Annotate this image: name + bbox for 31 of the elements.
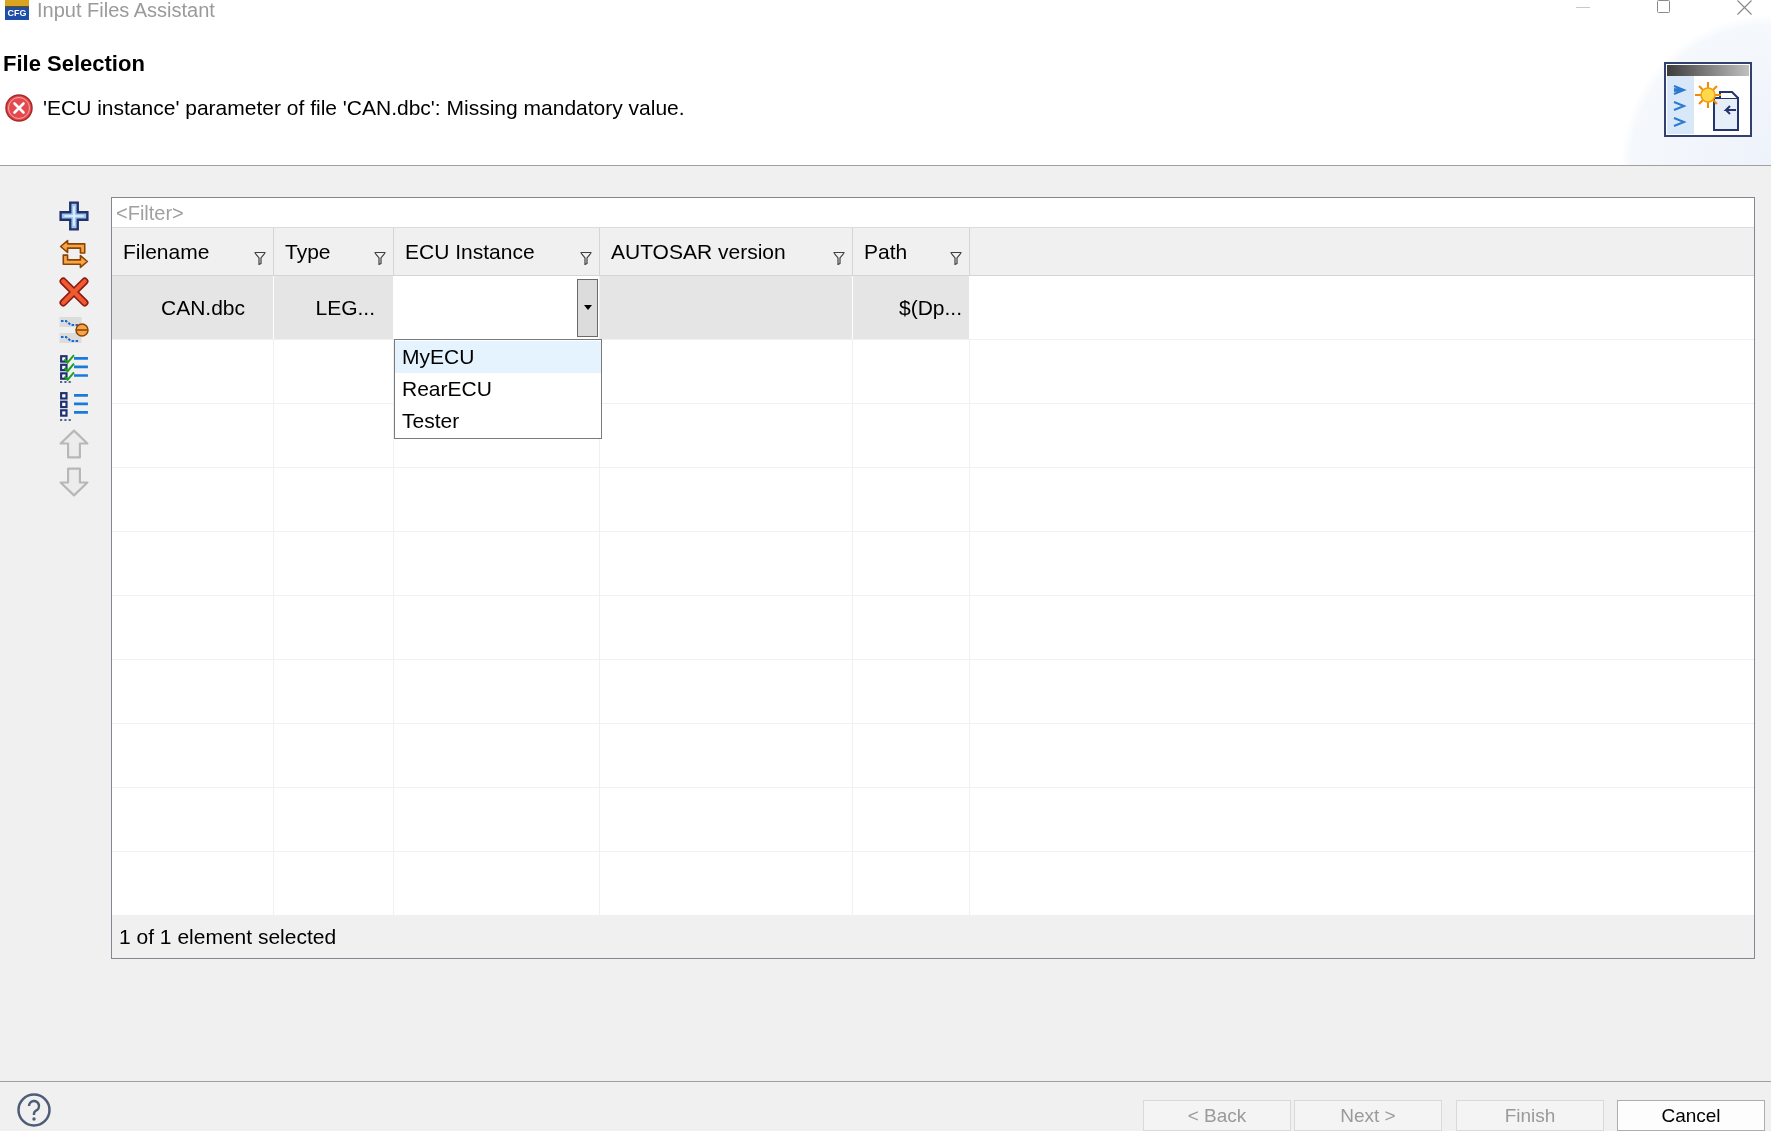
filter-icon[interactable] bbox=[580, 251, 592, 265]
close-icon[interactable] bbox=[1737, 0, 1752, 15]
window-title: Input Files Assistant bbox=[37, 0, 215, 20]
delete-icon[interactable] bbox=[59, 277, 89, 307]
maximize-icon[interactable] bbox=[1657, 0, 1670, 13]
section-title: File Selection bbox=[3, 50, 146, 78]
app-logo: CFG bbox=[5, 0, 29, 20]
dialog-button[interactable]: Cancel bbox=[1617, 1100, 1765, 1131]
filter-icon[interactable] bbox=[374, 251, 386, 265]
dropdown-option[interactable]: MyECU bbox=[395, 341, 601, 373]
column-header[interactable]: AUTOSAR version bbox=[600, 228, 853, 275]
error-message: 'ECU instance' parameter of file 'CAN.dbc': Missing mandatory value. bbox=[43, 95, 685, 121]
column-header[interactable]: Path bbox=[853, 228, 970, 275]
list-icon[interactable] bbox=[59, 391, 89, 421]
table-cell: $(Dp... bbox=[853, 276, 970, 339]
document-window-icon bbox=[1664, 62, 1752, 137]
swap-arrows-icon[interactable] bbox=[59, 239, 89, 269]
caret-icon bbox=[583, 305, 592, 310]
checklist-icon[interactable] bbox=[59, 353, 89, 383]
column-header[interactable]: ECU Instance bbox=[394, 228, 600, 275]
plus-icon[interactable] bbox=[59, 201, 89, 231]
filter-icon[interactable] bbox=[950, 251, 962, 265]
column-header[interactable]: Type bbox=[274, 228, 394, 275]
help-icon[interactable] bbox=[17, 1093, 51, 1127]
status-text: 1 of 1 element selected bbox=[119, 924, 337, 951]
dropdown-button[interactable] bbox=[577, 278, 598, 337]
column-header[interactable]: Filename bbox=[112, 228, 274, 275]
table-cell: CAN.dbc bbox=[112, 276, 274, 339]
filter-icon[interactable] bbox=[254, 251, 266, 265]
rows-swap-icon[interactable] bbox=[59, 315, 89, 345]
filter-icon[interactable] bbox=[833, 251, 845, 265]
